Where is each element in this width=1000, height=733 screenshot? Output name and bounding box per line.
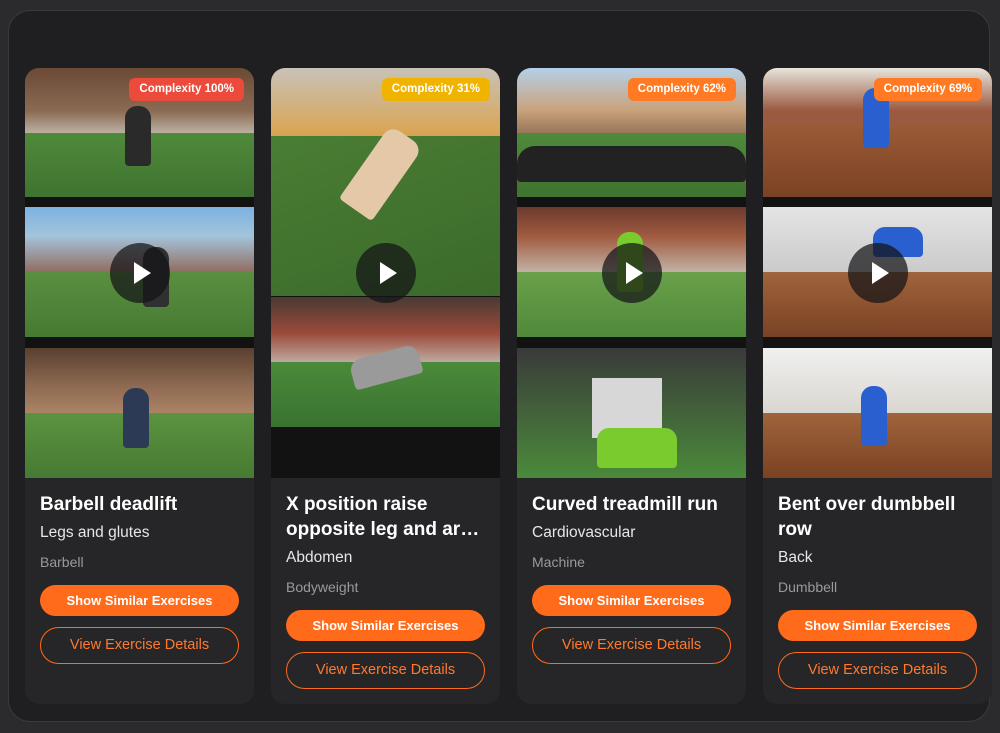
complexity-badge: Complexity 31% <box>381 78 490 101</box>
video-frame <box>763 348 992 478</box>
play-icon[interactable] <box>848 243 908 303</box>
view-exercise-details-button[interactable]: View Exercise Details <box>286 652 485 689</box>
exercise-title: X position raise <box>286 494 428 515</box>
exercise-card-barbell-deadlift[interactable]: Complexity 100% Barbell deadlift Legs an… <box>25 68 254 704</box>
play-icon[interactable] <box>110 243 170 303</box>
target-muscle: Back <box>778 549 813 566</box>
video-frame <box>25 348 254 478</box>
exercise-title: Bent over dumbbell <box>778 494 956 515</box>
exercise-title: Barbell deadlift <box>40 494 178 515</box>
target-muscle: Legs and glutes <box>40 524 150 541</box>
complexity-badge: Complexity 62% <box>627 78 736 101</box>
play-icon[interactable] <box>356 243 416 303</box>
exercise-title-line2: opposite leg and ar… <box>286 519 480 540</box>
show-similar-exercises-button[interactable]: Show Similar Exercises <box>778 610 977 641</box>
complexity-badge: Complexity 100% <box>129 78 244 101</box>
view-exercise-details-button[interactable]: View Exercise Details <box>532 627 731 664</box>
complexity-badge: Complexity 69% <box>873 78 982 101</box>
exercise-card-x-position-raise[interactable]: Complexity 31% X position raise opposite… <box>271 68 500 704</box>
equipment-label: Barbell <box>40 554 84 570</box>
video-frame <box>517 348 746 478</box>
target-muscle: Abdomen <box>286 549 353 566</box>
play-icon[interactable] <box>602 243 662 303</box>
exercise-results-panel: Complexity 100% Barbell deadlift Legs an… <box>8 10 992 722</box>
view-exercise-details-button[interactable]: View Exercise Details <box>778 652 977 689</box>
show-similar-exercises-button[interactable]: Show Similar Exercises <box>40 585 239 616</box>
video-frame <box>271 297 500 427</box>
exercise-card-bent-over-dumbbell-row[interactable]: Complexity 69% Bent over dumbbell row Ba… <box>763 68 992 704</box>
show-similar-exercises-button[interactable]: Show Similar Exercises <box>286 610 485 641</box>
show-similar-exercises-button[interactable]: Show Similar Exercises <box>532 585 731 616</box>
exercise-video-thumbnail[interactable]: Complexity 69% <box>763 68 992 478</box>
exercise-video-thumbnail[interactable]: Complexity 100% <box>25 68 254 478</box>
equipment-label: Dumbbell <box>778 579 838 595</box>
exercise-video-thumbnail[interactable]: Complexity 62% <box>517 68 746 478</box>
view-exercise-details-button[interactable]: View Exercise Details <box>40 627 239 664</box>
exercise-title-line2: row <box>778 519 812 540</box>
exercise-card-curved-treadmill-run[interactable]: Complexity 62% Curved treadmill run Card… <box>517 68 746 704</box>
equipment-label: Bodyweight <box>286 579 359 595</box>
exercise-video-thumbnail[interactable]: Complexity 31% <box>271 68 500 478</box>
equipment-label: Machine <box>532 554 585 570</box>
target-muscle: Cardiovascular <box>532 524 636 541</box>
exercise-title: Curved treadmill run <box>532 494 718 515</box>
